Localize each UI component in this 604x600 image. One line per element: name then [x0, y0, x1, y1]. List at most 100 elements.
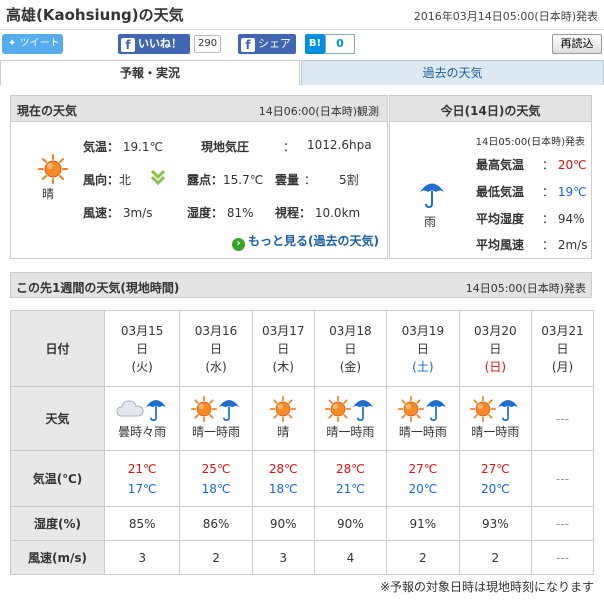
forecast-max-temp: 28℃: [268, 461, 298, 476]
sun-icon: [191, 395, 218, 425]
forecast-date-cell: 03月16 日 (水): [179, 310, 253, 387]
umbrella-icon: [496, 396, 520, 425]
tab-forecast[interactable]: 予報・実況: [0, 60, 300, 85]
tweet-button[interactable]: ✦ ツイート: [2, 34, 63, 54]
forecast-day-suffix: 日: [489, 341, 502, 356]
forecast-weather-text: ---: [556, 411, 570, 426]
forecast-date-cell: 03月18 日 (金): [313, 310, 388, 387]
forecast-temp-cell: 27℃ 20℃: [386, 450, 460, 507]
avg-wind-label: 平均風速: [476, 238, 525, 252]
forecast-wind-cell: 3: [251, 540, 315, 575]
forecast-wind-cell: 2: [458, 540, 533, 575]
twitter-bird-icon: ✦: [8, 38, 17, 49]
forecast-min-temp: 18℃: [268, 481, 298, 496]
today-condition: 雨: [424, 215, 437, 229]
forecast-temp-cell: 27℃ 20℃: [458, 450, 533, 507]
weekly-issued-time: 14日05:00(日本時)発表: [465, 282, 586, 295]
tab-past-weather[interactable]: 過去の天気: [301, 60, 604, 85]
umbrella-icon: [351, 396, 375, 425]
max-temp-value: 20℃: [557, 158, 587, 172]
forecast-humidity-cell: 91%: [386, 506, 460, 541]
row-header-weather: 天気: [10, 386, 105, 451]
forecast-weather-cell: 晴一時雨: [179, 386, 253, 451]
forecast-wind-cell: ---: [531, 540, 594, 575]
forecast-date-cell: 03月15 日 (火): [103, 310, 181, 387]
weekly-forecast-header: この先1週間の天気(現地時間) 14日05:00(日本時)発表: [10, 272, 592, 298]
today-weather-panel: 今日(14日)の天気 14日05:00(日本時)発表 雨 最高気温： 20℃ 最…: [389, 95, 592, 259]
forecast-day-suffix: 日: [344, 341, 357, 356]
row-header-humidity: 湿度(%): [10, 506, 105, 541]
forecast-temp-cell: 28℃ 21℃: [313, 450, 388, 507]
forecast-wind-cell: 3: [103, 540, 181, 575]
forecast-weather-cell: 晴一時雨: [313, 386, 388, 451]
min-temp-label: 最低気温: [476, 185, 525, 199]
facebook-share-button[interactable]: f シェア: [238, 34, 296, 54]
date-row: 日付 03月15 日 (火) 03月16 日 (水) 03月17 日 (木) 03月18 日 (金) 0…: [10, 310, 594, 387]
forecast-day-suffix: 日: [556, 341, 569, 356]
wind-dir-label: 風向：: [83, 173, 120, 187]
forecast-icons: [105, 397, 179, 423]
forecast-humidity-cell: 86%: [179, 506, 253, 541]
visibility-value: 10.0km: [314, 206, 361, 220]
min-temp-value: 19℃: [557, 185, 587, 199]
current-weather-header: 現在の天気 14日06:00(日本時)観測: [11, 96, 387, 122]
forecast-max-temp: 27℃: [408, 461, 438, 476]
forecast-day-suffix: 日: [210, 341, 223, 356]
page-header: 高雄(Kaohsiung)の天気 2016年03月14日05:00(日本時)発表: [0, 0, 604, 30]
reload-button[interactable]: 再読込: [552, 34, 602, 54]
forecast-max-temp: 27℃: [480, 461, 510, 476]
forecast-min-temp: 18℃: [201, 481, 231, 496]
forecast-date-cell: 03月19 日 (土): [386, 310, 460, 387]
weekly-forecast-table: 日付 03月15 日 (火) 03月16 日 (水) 03月17 日 (木) 03月18 日 (金) 0…: [10, 310, 594, 575]
today-issued-time: 14日05:00(日本時)発表: [475, 137, 585, 148]
umbrella-icon: [144, 396, 168, 425]
cloud-value: 5割: [339, 173, 359, 187]
facebook-icon: f: [241, 38, 255, 52]
forecast-date-cell: 03月17 日 (木): [251, 310, 315, 387]
forecast-date: 03月17: [261, 323, 305, 338]
pressure-sep: ：: [283, 140, 296, 154]
forecast-day-suffix: 日: [416, 341, 429, 356]
forecast-date: 03月20: [474, 323, 517, 338]
avg-humidity-value: 94%: [557, 212, 585, 226]
forecast-wind-cell: 2: [386, 540, 460, 575]
avg-wind-value: 2m/s: [557, 238, 588, 252]
sun-icon: [470, 395, 497, 425]
sun-icon: [270, 395, 297, 425]
current-weather-panel: 現在の天気 14日06:00(日本時)観測 晴 気温： 19.1℃ 現地気圧 ：…: [10, 95, 388, 259]
forecast-weather-text: 晴一時雨: [192, 425, 241, 439]
page-title: 高雄(Kaohsiung)の天気: [6, 6, 184, 24]
humidity-row: 湿度(%) 85% 86% 90% 90% 91% 93% ---: [10, 506, 594, 541]
observed-time: 14日06:00(日本時)観測: [258, 105, 379, 118]
weather-row: 天気 曇時々雨 晴一時雨 晴 晴一時雨 晴一時雨 晴一時雨 ---: [10, 386, 594, 451]
forecast-weather-text: 晴一時雨: [398, 425, 447, 439]
avg-humidity-label: 平均湿度: [476, 212, 525, 226]
forecast-humidity-cell: 90%: [251, 506, 315, 541]
forecast-dow: (日): [484, 359, 507, 374]
sun-icon: [397, 395, 424, 425]
current-weather-title: 現在の天気: [17, 104, 78, 118]
today-weather-title: 今日(14日)の天気: [440, 104, 541, 118]
forecast-min-temp: 20℃: [408, 481, 438, 496]
humidity-value: 81%: [226, 206, 254, 220]
arrow-right-icon: ›: [232, 238, 246, 251]
wind-arrow-icon: [150, 169, 166, 188]
forecast-dow: (木): [272, 359, 294, 374]
pressure-value: 1012.6hpa: [307, 138, 372, 152]
temp-value: 19.1℃: [122, 140, 164, 154]
more-past-weather-link[interactable]: › もっと見る(過去の天気): [232, 232, 379, 251]
forecast-day-suffix: 日: [136, 341, 149, 356]
current-condition: 晴: [42, 187, 55, 201]
sun-icon: [33, 154, 73, 187]
forecast-dow: (水): [205, 359, 227, 374]
forecast-temp-cell: ---: [531, 450, 594, 507]
forecast-weather-text: 晴: [277, 425, 290, 439]
like-count: 290: [194, 35, 222, 53]
forecast-max-temp: 28℃: [336, 461, 365, 476]
forecast-date: 03月21: [541, 323, 584, 338]
max-temp-label: 最高気温: [476, 158, 525, 172]
facebook-like-button[interactable]: f いいね！: [118, 34, 190, 54]
forecast-date-cell: 03月20 日 (日): [458, 310, 533, 387]
temp-label: 気温：: [83, 140, 120, 154]
hatena-bookmark-button[interactable]: B!: [305, 34, 325, 54]
